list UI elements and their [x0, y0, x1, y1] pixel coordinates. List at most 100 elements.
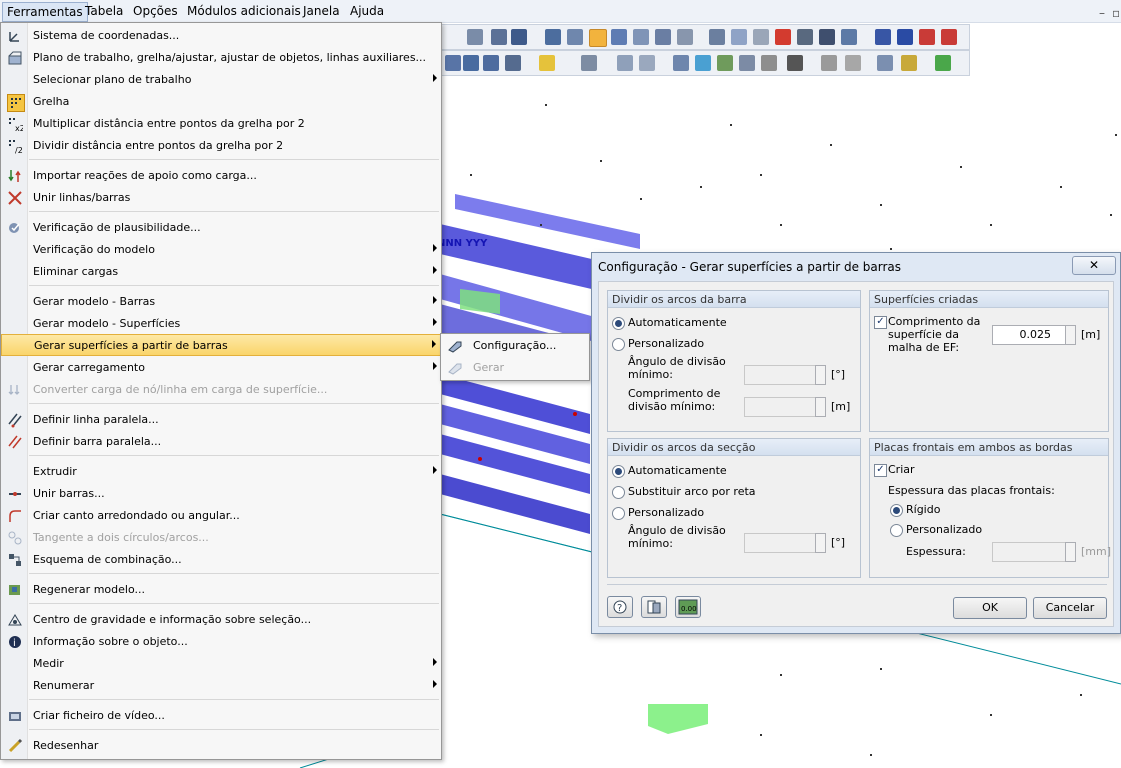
menu-item-sistema-coordenadas[interactable]: Sistema de coordenadas... — [1, 25, 441, 47]
section-min-angle-input[interactable] — [744, 533, 826, 553]
tool-icon[interactable] — [539, 55, 555, 71]
radio-section-replace[interactable] — [612, 486, 625, 499]
menu-item-regenerar-modelo[interactable]: Regenerar modelo... — [1, 579, 441, 601]
tool-icon[interactable] — [935, 55, 951, 71]
help-button[interactable]: ? — [607, 596, 633, 618]
menu-modulos-adicionais[interactable]: Módulos adicionais — [187, 4, 301, 18]
tool-icon[interactable] — [581, 55, 597, 71]
tool-icon[interactable] — [761, 55, 777, 71]
menu-item-extrudir[interactable]: Extrudir — [1, 461, 441, 483]
menu-ferramentas[interactable]: Ferramentas — [2, 2, 88, 22]
radio-section-custom[interactable] — [612, 507, 625, 520]
tool-icon[interactable] — [775, 29, 791, 45]
tool-icon[interactable] — [731, 29, 747, 45]
menu-item-gerar-superficies-barras[interactable]: Gerar superfícies a partir de barras — [1, 334, 441, 356]
submenu-item-gerar[interactable]: Gerar — [441, 357, 589, 379]
radio-rigid[interactable] — [890, 504, 903, 517]
menu-item-plano-trabalho[interactable]: Plano de trabalho, grelha/ajustar, ajust… — [1, 47, 441, 69]
min-angle-input[interactable] — [744, 365, 826, 385]
ok-button[interactable]: OK — [953, 597, 1027, 619]
menu-item-grelha[interactable]: Grelha — [1, 91, 441, 113]
menu-ajuda[interactable]: Ajuda — [350, 4, 384, 18]
units-button[interactable]: 0.00 — [675, 596, 701, 618]
menu-item-selecionar-plano[interactable]: Selecionar plano de trabalho — [1, 69, 441, 91]
thickness-input[interactable] — [992, 542, 1076, 562]
tool-icon[interactable] — [463, 55, 479, 71]
tool-icon[interactable] — [567, 29, 583, 45]
tool-icon[interactable] — [445, 55, 461, 71]
menu-item-gerar-carregamento[interactable]: Gerar carregamento — [1, 357, 441, 379]
submenu-item-configuracao[interactable]: Configuração... — [441, 335, 589, 357]
tool-icon[interactable] — [655, 29, 671, 45]
menu-item-gerar-superficies[interactable]: Gerar modelo - Superfícies — [1, 313, 441, 335]
radio-plate-custom[interactable] — [890, 524, 903, 537]
radio-member-auto[interactable] — [612, 317, 625, 330]
menu-item-renumerar[interactable]: Renumerar — [1, 675, 441, 697]
tool-icon[interactable] — [787, 55, 803, 71]
create-checkbox[interactable]: ✓ — [874, 464, 887, 477]
menu-item-informacao-objeto[interactable]: i Informação sobre o objeto... — [1, 631, 441, 653]
menu-item-esquema-combinacao[interactable]: Esquema de combinação... — [1, 549, 441, 571]
menu-item-ficheiro-video[interactable]: Criar ficheiro de vídeo... — [1, 705, 441, 727]
menu-item-linha-paralela[interactable]: Definir linha paralela... — [1, 409, 441, 431]
menu-item-verificacao-modelo[interactable]: Verificação do modelo — [1, 239, 441, 261]
tool-icon[interactable] — [753, 29, 769, 45]
tool-icon[interactable] — [941, 29, 957, 45]
tool-icon[interactable] — [717, 55, 733, 71]
menu-item-canto-arredondado[interactable]: Criar canto arredondado ou angular... — [1, 505, 441, 527]
radio-member-custom[interactable] — [612, 338, 625, 351]
tool-icon[interactable] — [845, 55, 861, 71]
tool-icon[interactable] — [819, 29, 835, 45]
tool-icon[interactable] — [633, 29, 649, 45]
tool-icon[interactable] — [617, 55, 633, 71]
menu-item-unir-barras[interactable]: Unir barras... — [1, 483, 441, 505]
menu-item-converter-carga[interactable]: Converter carga de nó/linha em carga de … — [1, 379, 441, 401]
menu-item-barra-paralela[interactable]: Definir barra paralela... — [1, 431, 441, 453]
menu-item-plausibilidade[interactable]: Verificação de plausibilidade... — [1, 217, 441, 239]
tool-icon[interactable] — [797, 29, 813, 45]
tool-icon[interactable] — [901, 55, 917, 71]
radio-section-auto[interactable] — [612, 465, 625, 478]
menu-tabela[interactable]: Tabela — [85, 4, 123, 18]
tool-icon[interactable] — [841, 29, 857, 45]
menu-item-importar-reacoes[interactable]: Importar reações de apoio como carga... — [1, 165, 441, 187]
menu-item-medir[interactable]: Medir — [1, 653, 441, 675]
tool-icon[interactable] — [545, 29, 561, 45]
minimize-icon[interactable]: – — [1099, 6, 1105, 20]
restore-icon[interactable]: ▫ — [1112, 6, 1120, 20]
tool-icon[interactable] — [877, 55, 893, 71]
menu-item-eliminar-cargas[interactable]: Eliminar cargas — [1, 261, 441, 283]
close-button[interactable]: ✕ — [1072, 256, 1116, 275]
tool-icon[interactable] — [709, 29, 725, 45]
mesh-length-checkbox[interactable]: ✓ — [874, 316, 887, 329]
menu-item-unir-linhas[interactable]: Unir linhas/barras — [1, 187, 441, 209]
tool-icon[interactable] — [639, 55, 655, 71]
tool-icon[interactable] — [491, 29, 507, 45]
menu-item-dividir-grelha[interactable]: /2 Dividir distância entre pontos da gre… — [1, 135, 441, 157]
menu-item-redesenhar[interactable]: Redesenhar — [1, 735, 441, 757]
defaults-button[interactable] — [641, 596, 667, 618]
tool-icon[interactable] — [677, 29, 693, 45]
tool-icon[interactable] — [821, 55, 837, 71]
menu-item-centro-gravidade[interactable]: Centro de gravidade e informação sobre s… — [1, 609, 441, 631]
tool-icon[interactable] — [673, 55, 689, 71]
tool-icon[interactable] — [919, 29, 935, 45]
menu-item-multiplicar-grelha[interactable]: x2 Multiplicar distância entre pontos da… — [1, 113, 441, 135]
tool-icon[interactable] — [695, 55, 711, 71]
tool-icon[interactable] — [589, 29, 607, 47]
tool-icon[interactable] — [511, 29, 527, 45]
tool-icon[interactable] — [875, 29, 891, 45]
menu-item-tangente[interactable]: Tangente a dois círculos/arcos... — [1, 527, 441, 549]
cancel-button[interactable]: Cancelar — [1033, 597, 1107, 619]
mesh-length-input[interactable]: 0.025 — [992, 325, 1076, 345]
tool-icon[interactable] — [611, 29, 627, 45]
min-length-input[interactable] — [744, 397, 826, 417]
tool-icon[interactable] — [739, 55, 755, 71]
menu-item-gerar-barras[interactable]: Gerar modelo - Barras — [1, 291, 441, 313]
tool-icon[interactable] — [467, 29, 483, 45]
menu-opcoes[interactable]: Opções — [133, 4, 178, 18]
menu-janela[interactable]: Janela — [303, 4, 340, 18]
tool-icon[interactable] — [505, 55, 521, 71]
tool-icon[interactable] — [897, 29, 913, 45]
tool-icon[interactable] — [483, 55, 499, 71]
